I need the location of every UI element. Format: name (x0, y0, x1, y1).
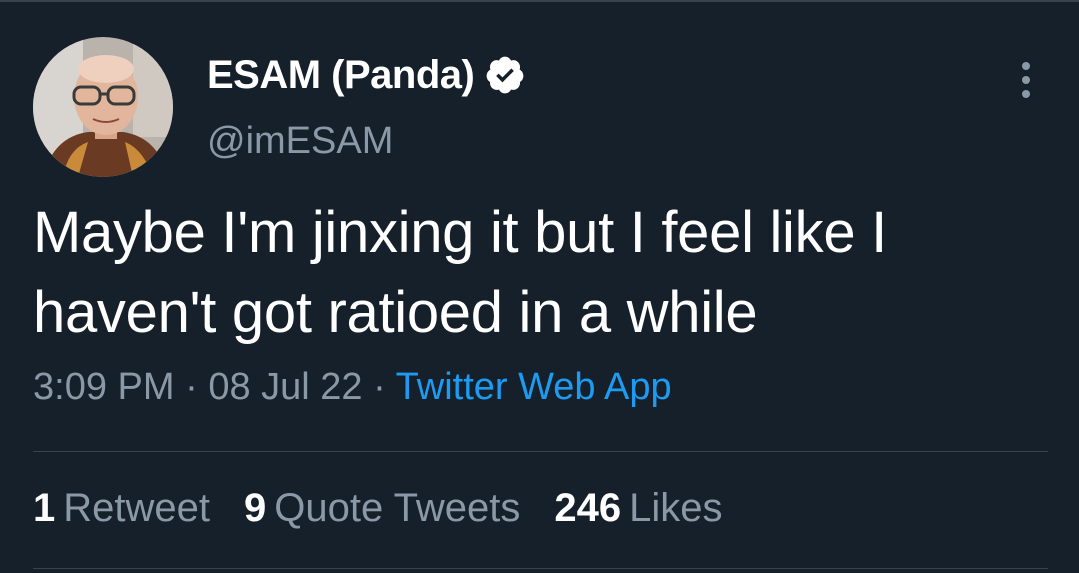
tweet-source-link[interactable]: Twitter Web App (396, 366, 672, 408)
likes-label: Likes (629, 486, 723, 530)
more-options-icon[interactable] (1011, 58, 1041, 102)
retweet-label: Retweet (63, 486, 210, 530)
user-handle[interactable]: @imESAM (207, 120, 393, 163)
retweet-count: 1 (33, 486, 56, 530)
tweet-date[interactable]: 08 Jul 22 (208, 366, 362, 408)
likes-count: 246 (554, 486, 622, 530)
stats-divider (33, 451, 1048, 452)
likes-stat[interactable]: 246 Likes (554, 486, 722, 531)
bottom-divider (33, 568, 1048, 569)
tweet-meta: 3:09 PM · 08 Jul 22 · Twitter Web App (33, 366, 672, 409)
verified-badge-icon (484, 54, 526, 96)
quote-count: 9 (244, 486, 267, 530)
quote-tweets-stat[interactable]: 9 Quote Tweets (244, 486, 520, 531)
quote-label: Quote Tweets (274, 486, 521, 530)
tweet-stats: 1 Retweet 9 Quote Tweets 246 Likes (33, 486, 756, 531)
user-name-row[interactable]: ESAM (Panda) (207, 50, 526, 100)
retweets-stat[interactable]: 1 Retweet (33, 486, 210, 531)
top-divider (0, 0, 1079, 2)
meta-separator: · (185, 366, 198, 408)
avatar-image (33, 37, 173, 177)
display-name[interactable]: ESAM (Panda) (207, 53, 475, 98)
tweet-text: Maybe I'm jinxing it but I feel like I h… (33, 200, 887, 345)
avatar[interactable] (33, 37, 173, 177)
tweet-detail: ESAM (Panda) @imESAM Maybe I'm jinxing i… (0, 0, 1079, 573)
meta-separator: · (373, 366, 386, 408)
tweet-time[interactable]: 3:09 PM (33, 366, 175, 408)
